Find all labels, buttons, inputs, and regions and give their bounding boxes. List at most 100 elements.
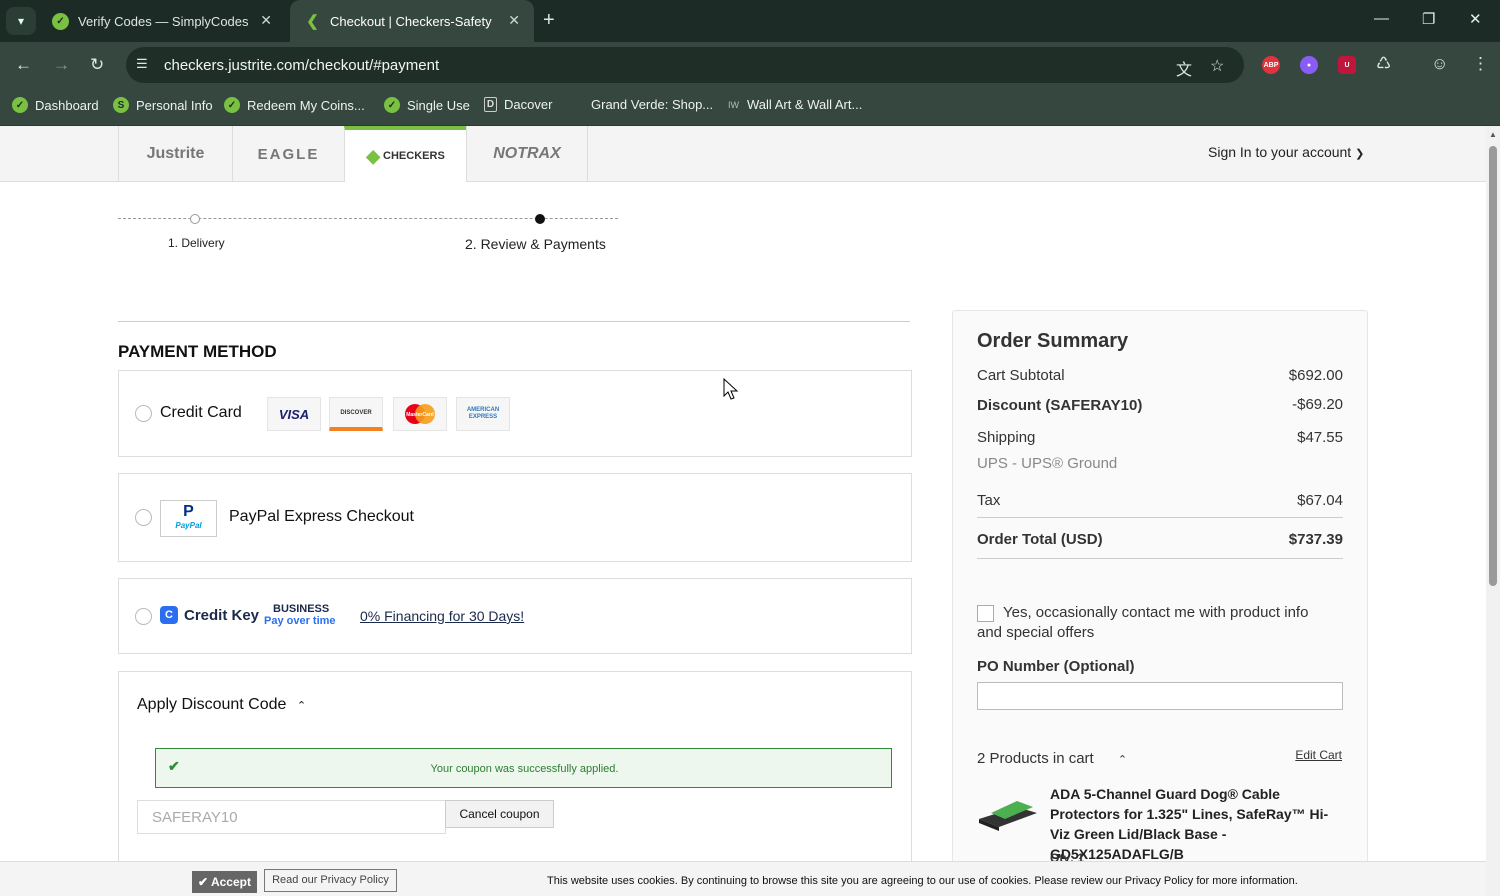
checkers-favicon-icon: ❮ — [306, 13, 319, 30]
bookmark-dashboard[interactable]: ✓ Dashboard — [12, 97, 99, 113]
bookmark-redeem-coins[interactable]: ✓ Redeem My Coins... — [224, 97, 365, 113]
scroll-up-icon[interactable]: ▲ — [1489, 130, 1497, 139]
credit-key-tagline: Pay over time — [264, 615, 336, 627]
restore-icon[interactable]: ❐ — [1422, 10, 1435, 28]
discount-label: Discount (SAFERAY10) — [977, 397, 1143, 414]
bookmark-label: Wall Art & Wall Art... — [747, 97, 863, 112]
order-total-row: Order Total (USD) $737.39 — [977, 531, 1343, 548]
simplycodes-icon: ✓ — [224, 97, 240, 113]
tab-checkout[interactable]: ❮ Checkout | Checkers-Safety ✕ — [290, 0, 534, 42]
chevron-up-icon: ⌃ — [1117, 754, 1128, 766]
tab-strip: ▾ ✓ Verify Codes — SimplyCodes ✕ ❮ Check… — [0, 0, 1500, 42]
brand-checkers[interactable]: ◆ CHECKERS — [344, 126, 466, 182]
close-window-icon[interactable]: ✕ — [1469, 10, 1482, 28]
amex-logo: AMERICAN EXPRESS — [456, 397, 510, 431]
svg-text:MasterCard: MasterCard — [406, 412, 434, 418]
coupon-success-text: Your coupon was successfully applied. — [430, 763, 619, 775]
tab-search-button[interactable]: ▾ — [6, 7, 36, 35]
new-tab-icon[interactable]: + — [543, 9, 555, 32]
bookmark-personal-info[interactable]: S Personal Info — [113, 97, 213, 113]
bookmark-label: Grand Verde: Shop... — [591, 97, 714, 112]
bookmark-wall-art[interactable]: IW Wall Art & Wall Art... — [728, 97, 862, 112]
bookmark-label: Dacover — [504, 97, 553, 112]
cancel-coupon-button[interactable]: Cancel coupon — [445, 800, 554, 828]
discount-toggle[interactable]: Apply Discount Code ⌃ — [137, 696, 306, 714]
po-number-input[interactable] — [977, 682, 1343, 710]
extension-purple-icon[interactable]: ● — [1300, 56, 1318, 74]
credit-card-option[interactable]: Credit Card VISA DISCOVER MasterCard AME… — [118, 370, 912, 457]
order-summary-title: Order Summary — [977, 330, 1129, 352]
summary-divider — [977, 517, 1343, 518]
step-review-label: 2. Review & Payments — [465, 236, 606, 252]
credit-key-icon: C — [160, 606, 178, 624]
accept-cookies-button[interactable]: ✔ Accept — [192, 871, 257, 893]
chevron-up-icon: ⌃ — [296, 700, 307, 712]
extensions-puzzle-icon[interactable]: ♺ — [1376, 54, 1391, 74]
bookmark-grand-verde[interactable]: Grand Verde: Shop... — [591, 97, 713, 112]
shipping-method: UPS - UPS® Ground — [977, 455, 1118, 472]
notrax-logo: NOTRAX — [493, 145, 561, 162]
step-delivery-dot — [190, 214, 200, 224]
close-tab-icon[interactable]: ✕ — [508, 12, 520, 29]
checkout-progress: 1. Delivery 2. Review & Payments — [118, 214, 618, 252]
simplycodes-favicon-icon: ✓ — [52, 12, 69, 30]
order-total-value: $737.39 — [1288, 531, 1343, 548]
brand-justrite[interactable]: Justrite — [118, 126, 232, 182]
divider — [118, 321, 910, 322]
minimize-icon[interactable]: — — [1374, 10, 1389, 27]
site-info-icon[interactable]: ☰ — [136, 56, 148, 72]
paypal-radio[interactable] — [135, 509, 152, 526]
brand-notrax[interactable]: NOTRAX — [466, 126, 588, 182]
credit-card-radio[interactable] — [135, 405, 152, 422]
step-delivery-label[interactable]: 1. Delivery — [168, 236, 225, 250]
eagle-logo: EAGLE — [257, 145, 320, 163]
credit-key-radio[interactable] — [135, 608, 152, 625]
paypal-logo: P PayPal — [160, 500, 217, 537]
coupon-success-message: ✔ Your coupon was successfully applied. — [155, 748, 892, 788]
scrollbar-thumb[interactable] — [1489, 146, 1497, 586]
checkers-diamond-icon: ◆ — [366, 145, 381, 166]
bookmark-single-use[interactable]: ✓ Single Use — [384, 97, 470, 113]
ublock-icon[interactable]: U — [1338, 56, 1356, 74]
adblock-plus-icon[interactable]: ABP — [1262, 56, 1280, 74]
order-total-label: Order Total (USD) — [977, 531, 1103, 548]
checkers-logo: CHECKERS — [383, 150, 445, 162]
page-scrollbar[interactable]: ▲ — [1486, 126, 1500, 896]
discount-code-input[interactable] — [137, 800, 446, 834]
mastercard-logo: MasterCard — [393, 397, 447, 431]
translate-icon[interactable]: 文 — [1176, 56, 1192, 80]
step-review-dot — [535, 214, 545, 224]
simplycodes-icon: ✓ — [384, 97, 400, 113]
address-bar[interactable]: ☰ checkers.justrite.com/checkout/#paymen… — [126, 47, 1244, 83]
subtotal-row: Cart Subtotal $692.00 — [977, 367, 1343, 384]
profile-icon[interactable]: ☺ — [1431, 54, 1448, 74]
paypal-option[interactable]: P PayPal PayPal Express Checkout — [118, 473, 912, 562]
subtotal-value: $692.00 — [1288, 367, 1343, 384]
tab-verify-codes[interactable]: ✓ Verify Codes — SimplyCodes ✕ — [38, 0, 286, 42]
brand-eagle[interactable]: EAGLE — [232, 126, 344, 182]
financing-link[interactable]: 0% Financing for 30 Days! — [360, 608, 524, 624]
shipping-value: $47.55 — [1297, 429, 1343, 446]
privacy-policy-button[interactable]: Read our Privacy Policy — [264, 869, 397, 892]
d-icon: D — [484, 97, 497, 112]
paypal-wordmark: PayPal — [175, 521, 202, 530]
product-thumbnail[interactable] — [977, 783, 1039, 845]
cookie-banner: ✔ Accept Read our Privacy Policy This we… — [0, 861, 1486, 896]
back-icon[interactable]: ← — [15, 55, 32, 75]
menu-kebab-icon[interactable]: ⋮ — [1472, 54, 1489, 74]
product-name[interactable]: ADA 5-Channel Guard Dog® Cable Protector… — [1050, 784, 1345, 864]
bookmark-star-icon[interactable]: ☆ — [1210, 56, 1224, 76]
po-number-label: PO Number (Optional) — [977, 658, 1135, 675]
bookmark-dacover[interactable]: D Dacover — [484, 97, 552, 112]
justrite-logo: Justrite — [146, 145, 205, 162]
check-icon: ✔ — [198, 875, 209, 889]
sign-in-link[interactable]: Sign In to your account ❯ — [1208, 144, 1364, 160]
payment-method-heading: PAYMENT METHOD — [118, 342, 277, 361]
credit-key-option[interactable]: C Credit Key BUSINESS Pay over time 0% F… — [118, 578, 912, 654]
forward-icon[interactable]: → — [53, 55, 70, 75]
edit-cart-link[interactable]: Edit Cart — [1295, 748, 1342, 762]
close-tab-icon[interactable]: ✕ — [260, 12, 272, 29]
reload-icon[interactable]: ↻ — [90, 55, 104, 75]
products-in-cart-toggle[interactable]: 2 Products in cart ⌃ — [977, 750, 1127, 767]
tax-row: Tax $67.04 — [977, 492, 1343, 509]
